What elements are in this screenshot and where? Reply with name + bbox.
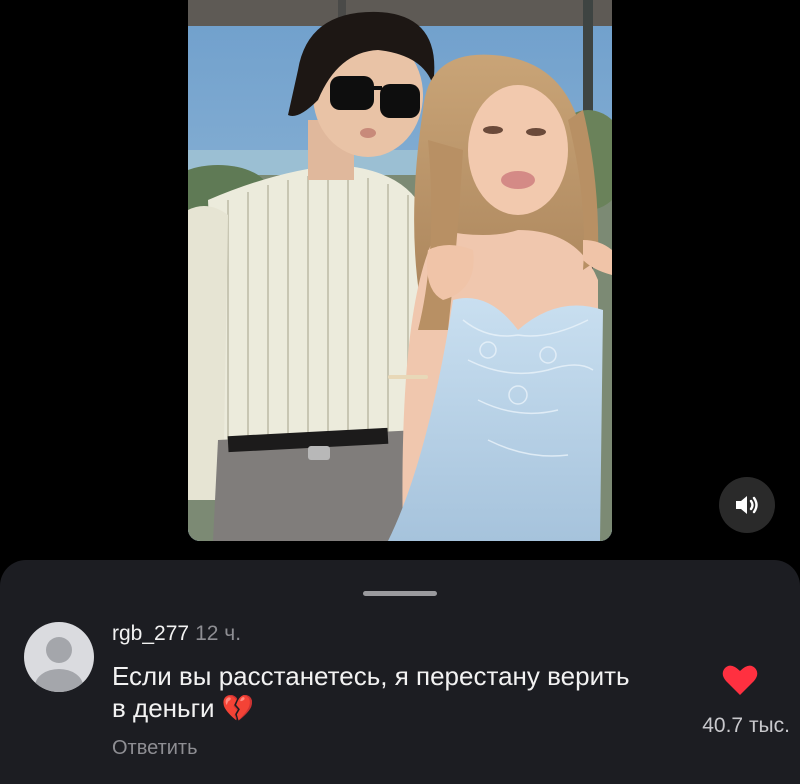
broken-heart-emoji: 💔 [221,693,255,723]
mute-toggle-button[interactable] [719,477,775,533]
heart-icon [722,665,758,695]
default-avatar-icon [35,637,83,692]
like-button[interactable] [722,664,758,696]
comment-timestamp: 12 ч. [195,622,242,645]
like-count: 40.7 тыс. [702,714,790,737]
comment-body: Если вы расстанетесь, я перестану верить… [112,660,632,724]
video-player[interactable] [188,0,612,541]
reply-button[interactable]: Ответить [112,737,198,760]
reel-screen: rgb_277 12 ч. Если вы расстанетесь, я пер… [0,0,800,784]
drag-handle[interactable] [363,591,437,596]
avatar[interactable] [24,622,94,692]
comment-header: rgb_277 12 ч. [112,622,241,646]
comment-username[interactable]: rgb_277 [112,622,189,645]
speaker-icon [736,496,758,514]
comments-sheet: rgb_277 12 ч. Если вы расстанетесь, я пер… [0,560,800,784]
comment-text: Если вы расстанетесь, я перестану верить… [112,661,630,723]
video-frame-image [188,0,612,541]
